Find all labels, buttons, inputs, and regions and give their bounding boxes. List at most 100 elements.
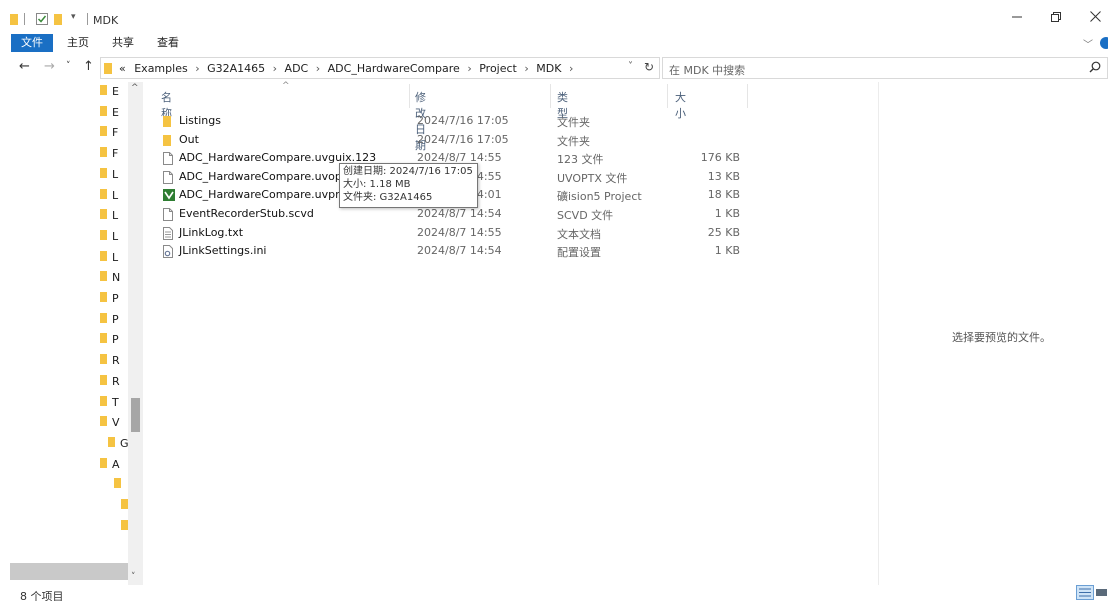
nav-tree-item[interactable]: R <box>100 374 120 390</box>
file-row[interactable]: JLinkSettings.ini 2024/8/7 14:54 配置设置 1 KB <box>150 243 750 261</box>
nav-tree-item[interactable]: L <box>100 229 118 245</box>
breadcrumb-item[interactable]: Project <box>479 62 517 75</box>
folder-icon <box>100 188 108 204</box>
nav-tree-item[interactable]: N <box>100 270 120 286</box>
folder-icon <box>100 457 108 473</box>
nav-tree-item[interactable]: L <box>100 188 118 204</box>
nav-tree-label: A <box>112 458 120 471</box>
breadcrumb-separator[interactable]: › <box>195 62 199 75</box>
breadcrumb-separator[interactable]: › <box>569 62 573 75</box>
horizontal-scrollbar[interactable] <box>10 563 128 580</box>
folder-icon <box>100 84 108 100</box>
column-divider[interactable] <box>409 84 410 108</box>
recent-locations-chevron-icon[interactable]: ˅ <box>66 61 71 71</box>
nav-tree-item[interactable]: F <box>100 146 118 162</box>
file-type: 123 文件 <box>557 153 604 166</box>
nav-tree-label: P <box>112 333 119 346</box>
forward-arrow-icon[interactable]: → <box>44 59 55 74</box>
tab-share[interactable]: 共享 <box>108 34 138 52</box>
breadcrumb-item[interactable]: Examples <box>134 62 187 75</box>
nav-tree-item[interactable]: A <box>100 457 120 473</box>
file-row[interactable]: Listings 2024/7/16 17:05 文件夹 <box>150 113 750 131</box>
file-name: EventRecorderStub.scvd <box>179 207 314 220</box>
tab-home[interactable]: 主页 <box>63 34 93 52</box>
breadcrumb-item[interactable]: ADC_HardwareCompare <box>328 62 460 75</box>
column-divider[interactable] <box>667 84 668 108</box>
tab-file[interactable]: 文件 <box>11 34 53 52</box>
file-icon <box>163 171 173 187</box>
nav-scrollbar[interactable]: ^ ˅ <box>128 82 143 585</box>
breadcrumb-item[interactable]: MDK <box>536 62 561 75</box>
column-divider[interactable] <box>747 84 748 108</box>
file-icon <box>163 152 173 168</box>
breadcrumb-separator[interactable]: › <box>316 62 320 75</box>
file-type: SCVD 文件 <box>557 209 614 222</box>
close-button[interactable] <box>1080 8 1108 30</box>
nav-tree-item[interactable]: R <box>100 353 120 369</box>
search-placeholder[interactable]: 在 MDK 中搜索 <box>669 62 745 78</box>
folder-icon <box>108 436 116 452</box>
breadcrumb-item[interactable]: ADC <box>285 62 309 75</box>
folder-icon <box>10 13 19 28</box>
search-box[interactable]: 在 MDK 中搜索 <box>662 57 1108 79</box>
expand-ribbon-icon[interactable]: ﹀ <box>1083 36 1093 51</box>
breadcrumb-separator[interactable]: › <box>524 62 528 75</box>
nav-tree-label: F <box>112 126 119 139</box>
large-icons-view-icon[interactable] <box>1095 585 1108 600</box>
nav-tree-item[interactable]: E <box>100 105 119 121</box>
tooltip-created: 创建日期: 2024/7/16 17:05 <box>343 166 473 177</box>
address-bar[interactable]: « Examples › G32A1465 › ADC › ADC_Hardwa… <box>100 57 660 79</box>
scroll-down-icon[interactable]: ˅ <box>131 572 136 582</box>
minimize-button[interactable] <box>1002 8 1032 30</box>
file-row[interactable]: EventRecorderStub.scvd 2024/8/7 14:54 SCVD… <box>150 206 750 224</box>
breadcrumb-item[interactable]: G32A1465 <box>207 62 265 75</box>
file-row[interactable]: Out 2024/7/16 17:05 文件夹 <box>150 132 750 150</box>
nav-tree-label: L <box>112 230 119 243</box>
file-row[interactable]: JLinkLog.txt 2024/8/7 14:55 文本文档 25 KB <box>150 225 750 243</box>
nav-tree-item[interactable]: L <box>100 208 118 224</box>
address-dropdown-icon[interactable]: ˅ <box>628 61 633 72</box>
breadcrumb-separator[interactable]: › <box>273 62 277 75</box>
file-date: 2024/8/7 14:55 <box>417 226 502 239</box>
breadcrumb-overflow[interactable]: « <box>119 62 126 75</box>
details-view-icon[interactable] <box>1076 585 1094 600</box>
file-size: 25 KB <box>707 226 740 239</box>
nav-tree-item[interactable]: L <box>100 167 118 183</box>
folder-icon <box>100 250 108 266</box>
preview-divider[interactable] <box>878 82 879 585</box>
nav-tree-label: E <box>112 85 119 98</box>
tab-view[interactable]: 查看 <box>153 34 183 52</box>
column-divider[interactable] <box>550 84 551 108</box>
nav-tree-item[interactable]: V <box>100 415 120 431</box>
nav-tree-label: L <box>112 189 119 202</box>
up-arrow-icon[interactable]: ↑ <box>83 59 94 74</box>
ribbon-tabs: 文件 主页 共享 查看 ﹀ <box>0 33 1108 53</box>
nav-tree-item[interactable]: L <box>100 250 118 266</box>
nav-tree-item[interactable]: E <box>100 84 119 100</box>
properties-icon[interactable] <box>36 13 48 28</box>
preview-message: 选择要预览的文件。 <box>952 331 1051 344</box>
file-type: 配置设置 <box>557 246 601 259</box>
restore-button[interactable] <box>1041 8 1071 30</box>
folder-icon <box>100 167 108 183</box>
folder-icon <box>100 332 108 348</box>
refresh-icon[interactable]: ↻ <box>644 60 654 74</box>
nav-tree-item[interactable]: P <box>100 312 119 328</box>
file-icon <box>163 208 173 224</box>
nav-tree-item[interactable]: T <box>100 395 119 411</box>
nav-tree-item[interactable]: P <box>100 332 119 348</box>
scrollbar-thumb[interactable] <box>131 398 140 432</box>
back-arrow-icon[interactable]: ← <box>19 59 30 74</box>
nav-tree-item[interactable]: P <box>100 291 119 307</box>
nav-tree-item[interactable] <box>114 477 126 493</box>
nav-tree-label: L <box>112 251 119 264</box>
scroll-up-icon[interactable]: ^ <box>131 83 139 93</box>
search-icon[interactable] <box>1089 61 1101 76</box>
quick-access-dropdown-icon[interactable]: ▾ <box>71 12 76 22</box>
breadcrumb-separator[interactable]: › <box>467 62 471 75</box>
new-folder-icon[interactable] <box>54 13 63 28</box>
nav-tree-item[interactable]: F <box>100 125 118 141</box>
nav-tree-label: P <box>112 313 119 326</box>
help-icon[interactable] <box>1100 37 1108 49</box>
file-type: 礦ision5 Project <box>557 190 642 203</box>
